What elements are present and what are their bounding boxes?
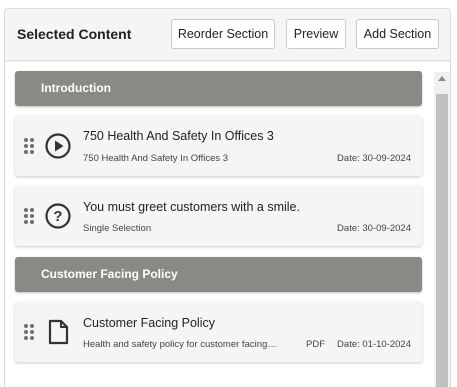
reorder-section-button[interactable]: Reorder Section <box>171 19 275 49</box>
drag-handle-icon[interactable] <box>24 138 35 154</box>
selected-content-panel: Selected Content Reorder Section Preview… <box>4 8 451 387</box>
content-card[interactable]: Customer Facing Policy Health and safety… <box>15 302 422 362</box>
svg-text:?: ? <box>53 208 62 225</box>
drag-handle-icon[interactable] <box>24 324 35 340</box>
scrollbar-thumb[interactable] <box>436 94 448 387</box>
panel-header: Selected Content Reorder Section Preview… <box>5 9 450 61</box>
content-card[interactable]: 750 Health And Safety In Offices 3 750 H… <box>15 116 422 176</box>
scroll-up-arrow-icon[interactable] <box>438 76 446 81</box>
card-subtitle: Single Selection <box>83 223 152 234</box>
play-circle-icon <box>45 133 71 159</box>
card-subtitle: Health and safety policy for customer fa… <box>83 339 277 350</box>
document-icon <box>48 319 69 345</box>
content-card[interactable]: ? You must greet customers with a smile.… <box>15 186 422 246</box>
card-type: PDF <box>306 339 325 350</box>
preview-button[interactable]: Preview <box>286 19 346 49</box>
card-date: Date: 01-10-2024 <box>337 339 411 350</box>
card-subtitle: 750 Health And Safety In Offices 3 <box>83 153 229 164</box>
card-title: You must greet customers with a smile. <box>83 200 300 214</box>
drag-handle-icon[interactable] <box>24 208 35 224</box>
content-list: Introduction 750 Health And Safety In Of… <box>5 62 450 387</box>
section-header-introduction[interactable]: Introduction <box>15 71 422 106</box>
add-section-button[interactable]: Add Section <box>356 19 439 49</box>
panel-title: Selected Content <box>17 26 132 42</box>
card-title: Customer Facing Policy <box>83 316 215 330</box>
card-title: 750 Health And Safety In Offices 3 <box>83 129 274 143</box>
card-date: Date: 30-09-2024 <box>337 223 411 234</box>
card-date: Date: 30-09-2024 <box>337 153 411 164</box>
vertical-scrollbar[interactable] <box>434 72 450 387</box>
question-circle-icon: ? <box>45 203 71 229</box>
section-header-customer-facing-policy[interactable]: Customer Facing Policy <box>15 257 422 292</box>
